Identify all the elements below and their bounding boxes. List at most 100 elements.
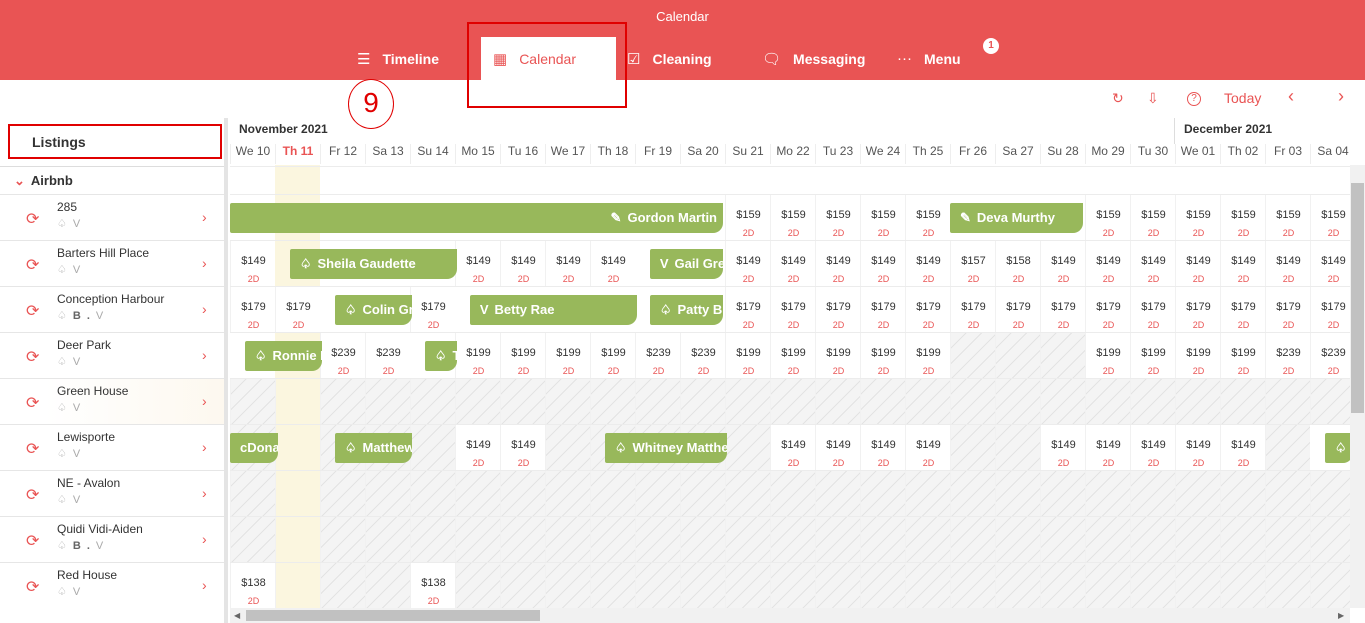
chevron-right-icon[interactable]: › [202,255,207,271]
price-cell[interactable]: $199 2D [905,333,950,379]
blocked-cell[interactable] [500,379,545,425]
price-cell[interactable]: $199 2D [860,333,905,379]
price-cell[interactable]: $149 2D [1220,425,1265,471]
blocked-cell[interactable] [1220,517,1265,563]
price-cell[interactable]: $158 2D [995,241,1040,287]
booking-bar[interactable]: ♤ Sheila Gaudette [289,249,458,279]
booking-bar[interactable]: V Betty Rae [469,295,638,325]
blocked-cell[interactable] [905,471,950,517]
blocked-cell[interactable] [545,471,590,517]
blocked-cell[interactable] [590,563,635,608]
blocked-cell[interactable] [995,379,1040,425]
price-cell[interactable]: $179 2D [1265,287,1310,333]
blocked-cell[interactable] [950,379,995,425]
price-cell[interactable]: $149 2D [590,241,635,287]
sync-icon[interactable]: ⟳ [26,255,39,275]
blocked-cell[interactable] [725,563,770,608]
blocked-cell[interactable] [455,517,500,563]
listing-group-airbnb[interactable]: ⌄ Airbnb [0,166,224,194]
blocked-cell[interactable] [410,425,455,471]
chevron-right-icon[interactable]: › [202,393,207,409]
blocked-cell[interactable] [500,471,545,517]
blocked-cell[interactable] [275,471,320,517]
listing-row[interactable]: ⟳ Lewisporte ♤V › [0,424,224,470]
blocked-cell[interactable] [860,563,905,608]
sync-icon[interactable]: ⟳ [26,485,39,505]
price-cell[interactable]: $149 2D [545,241,590,287]
tab-cleaning[interactable]: ☑ Cleaning [615,37,712,80]
chevron-right-icon[interactable]: › [202,347,207,363]
price-cell[interactable]: $239 2D [635,333,680,379]
blocked-cell[interactable] [410,471,455,517]
price-cell[interactable]: $199 2D [1175,333,1220,379]
price-cell[interactable]: $239 2D [320,333,365,379]
listing-row[interactable]: ⟳ Deer Park ♤V › [0,332,224,378]
price-cell[interactable]: $149 2D [1040,241,1085,287]
blocked-cell[interactable] [815,563,860,608]
blocked-cell[interactable] [1310,379,1350,425]
blocked-cell[interactable] [725,425,770,471]
blocked-cell[interactable] [770,379,815,425]
blocked-cell[interactable] [680,471,725,517]
blocked-cell[interactable] [1265,379,1310,425]
price-cell[interactable]: $149 2D [815,241,860,287]
price-cell[interactable]: $179 2D [1130,287,1175,333]
price-cell[interactable]: $199 2D [815,333,860,379]
listing-row[interactable]: ⟳ 285 ♤V › [0,194,224,240]
listing-row[interactable]: ⟳ Red House ♤V › [0,562,224,608]
tab-menu[interactable]: ··· Menu [885,37,961,80]
price-cell[interactable]: $149 2D [725,241,770,287]
price-cell[interactable]: $179 2D [905,287,950,333]
blocked-cell[interactable] [905,517,950,563]
chevron-right-icon[interactable]: › [202,301,207,317]
blocked-cell[interactable] [995,563,1040,608]
scrollbar-thumb[interactable] [246,610,540,621]
price-cell[interactable]: $149 2D [1310,241,1350,287]
price-cell[interactable]: $149 2D [1130,241,1175,287]
price-cell[interactable]: $149 2D [1175,425,1220,471]
sync-icon[interactable]: ⟳ [26,393,39,413]
price-cell[interactable]: $179 2D [770,287,815,333]
blocked-cell[interactable] [275,517,320,563]
sync-icon[interactable]: ⟳ [26,577,39,597]
price-cell[interactable]: $179 2D [950,287,995,333]
price-cell[interactable]: $179 2D [275,287,320,333]
blocked-cell[interactable] [500,517,545,563]
refresh-icon[interactable]: ↻ [1112,90,1124,107]
blocked-cell[interactable] [1265,471,1310,517]
blocked-cell[interactable] [320,517,365,563]
blocked-cell[interactable] [725,379,770,425]
price-cell[interactable]: $149 2D [860,241,905,287]
price-cell[interactable]: $149 2D [905,241,950,287]
price-cell[interactable]: $179 2D [995,287,1040,333]
blocked-cell[interactable] [950,563,995,608]
booking-bar[interactable]: ♤ Patty Brown [649,295,723,325]
blocked-cell[interactable] [590,471,635,517]
blocked-cell[interactable] [860,471,905,517]
price-cell[interactable]: $239 2D [365,333,410,379]
listing-row[interactable]: ⟳ Quidi Vidi-Aiden ♤B.V › [0,516,224,562]
price-cell[interactable]: $199 2D [590,333,635,379]
price-cell[interactable]: $159 2D [1220,195,1265,241]
blocked-cell[interactable] [590,517,635,563]
blocked-cell[interactable] [1130,517,1175,563]
blocked-cell[interactable] [995,471,1040,517]
blocked-cell[interactable] [320,563,365,608]
price-cell[interactable]: $149 2D [905,425,950,471]
blocked-cell[interactable] [365,563,410,608]
price-cell[interactable]: $199 2D [725,333,770,379]
chevron-right-icon[interactable]: › [202,439,207,455]
price-cell[interactable]: $159 2D [1175,195,1220,241]
chevron-right-icon[interactable]: › [202,209,207,225]
sync-icon[interactable]: ⟳ [26,531,39,551]
price-cell[interactable]: $199 2D [1220,333,1265,379]
price-cell[interactable]: $159 2D [770,195,815,241]
blocked-cell[interactable] [365,471,410,517]
blocked-cell[interactable] [410,379,455,425]
blocked-cell[interactable] [1175,379,1220,425]
blocked-cell[interactable] [1175,517,1220,563]
booking-bar[interactable]: cDonald [230,433,278,463]
blocked-cell[interactable] [1265,517,1310,563]
booking-bar[interactable]: ♤ Ronnie Burke [244,341,323,371]
booking-bar[interactable]: ✎ Deva Murthy [950,203,1083,233]
